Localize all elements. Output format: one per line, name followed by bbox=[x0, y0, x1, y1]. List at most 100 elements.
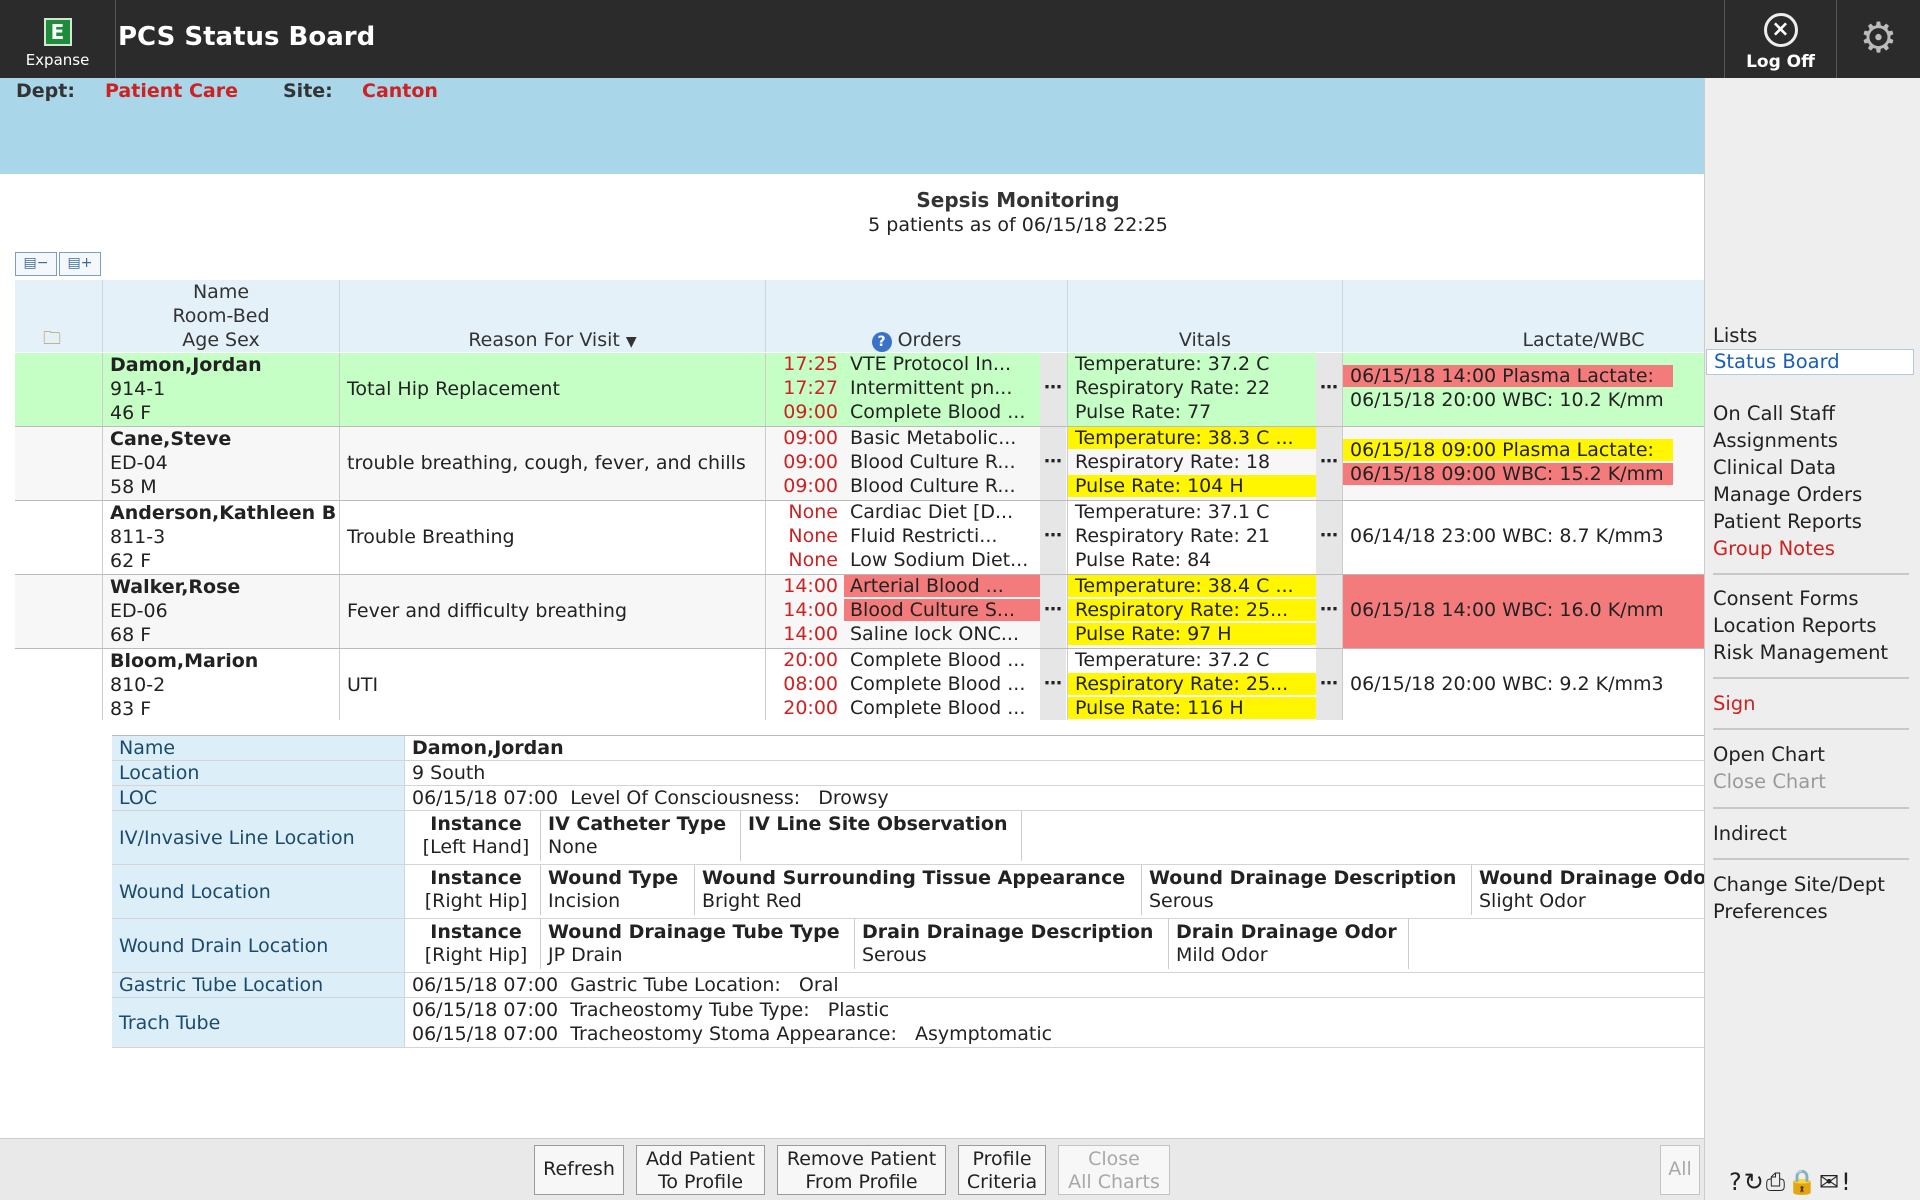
header-name: Name bbox=[192, 281, 250, 303]
menu-risk-management[interactable]: Risk Management bbox=[1713, 641, 1888, 664]
detail-name-value: Damon,Jordan bbox=[412, 737, 564, 759]
patient-row[interactable]: Bloom,Marion 810-2 83 F UTI 20:00 Complet… bbox=[15, 649, 1704, 720]
profile-criteria-button[interactable]: Profile Criteria bbox=[958, 1145, 1046, 1195]
more-icon[interactable]: ⋯ bbox=[1040, 427, 1066, 500]
board-subtitle: 5 patients as of 06/15/18 22:25 bbox=[868, 214, 1168, 236]
orders-cell[interactable]: 14:00 Arterial Blood ... 14:00 Blood Cultu… bbox=[766, 575, 1068, 648]
more-icon[interactable]: ⋯ bbox=[1316, 575, 1342, 648]
reason-header[interactable]: Reason For Visit ▼ bbox=[340, 280, 766, 352]
menu-open-chart[interactable]: Open Chart bbox=[1713, 743, 1825, 766]
order-time: 20:00 bbox=[783, 649, 838, 671]
orders-cell[interactable]: None Cardiac Diet [D... None Fluid Restric… bbox=[766, 501, 1068, 574]
patient-reason: trouble breathing, cough, fever, and chi… bbox=[340, 427, 766, 500]
more-icon[interactable]: ⋯ bbox=[1040, 353, 1066, 426]
site-value[interactable]: Canton bbox=[362, 80, 438, 102]
lactate-text: 06/14/18 23:00 WBC: 8.7 K/mm3 bbox=[1350, 525, 1664, 547]
menu-assignments[interactable]: Assignments bbox=[1713, 429, 1838, 452]
refresh-button[interactable]: Refresh bbox=[534, 1145, 624, 1195]
add-patient-button[interactable]: Add Patient To Profile bbox=[636, 1145, 765, 1195]
orders-header[interactable]: ? Orders bbox=[766, 280, 1068, 352]
more-icon[interactable]: ⋯ bbox=[1040, 501, 1066, 574]
vitals-cell[interactable]: Temperature: 38.4 C ... Respiratory Rate… bbox=[1068, 575, 1343, 648]
expand-all-icon[interactable]: ▤+ bbox=[59, 252, 101, 276]
lactate-cell[interactable]: 06/15/18 14:00 WBC: 16.0 K/mm bbox=[1343, 575, 1704, 648]
menu-status-board[interactable]: Status Board bbox=[1706, 349, 1914, 375]
vitals-cell[interactable]: Temperature: 38.3 C ... Respiratory Rate… bbox=[1068, 427, 1343, 500]
menu-change-site[interactable]: Change Site/Dept bbox=[1713, 873, 1885, 896]
menu-clinical-data[interactable]: Clinical Data bbox=[1713, 456, 1836, 479]
patient-name[interactable]: Bloom,Marion bbox=[110, 649, 339, 673]
detail-label: Trach Tube bbox=[112, 998, 405, 1047]
sub-value: Slight Odor bbox=[1479, 890, 1586, 912]
lactate-text: 06/15/18 20:00 WBC: 10.2 K/mm bbox=[1350, 389, 1664, 411]
patient-row[interactable]: Cane,Steve ED-04 58 M trouble breathing,… bbox=[15, 427, 1704, 501]
board-subtitle-wrap: 5 patients as of 06/15/18 22:25 bbox=[0, 214, 1920, 236]
order-text: Fluid Restricti... bbox=[850, 525, 998, 547]
patient-name[interactable]: Walker,Rose bbox=[110, 575, 339, 599]
menu-preferences[interactable]: Preferences bbox=[1713, 900, 1828, 923]
patient-agesex: 62 F bbox=[110, 550, 152, 572]
order-time: 17:25 bbox=[783, 353, 838, 375]
vitals-cell[interactable]: Temperature: 37.1 C Respiratory Rate: 21… bbox=[1068, 501, 1343, 574]
order-time: 08:00 bbox=[783, 673, 838, 695]
lactate-cell[interactable]: 06/15/18 14:00 Plasma Lactate: 06/15/18 … bbox=[1343, 353, 1704, 426]
orders-cell[interactable]: 20:00 Complete Blood ... 08:00 Complete Bl… bbox=[766, 649, 1068, 720]
menu-indirect[interactable]: Indirect bbox=[1713, 822, 1787, 845]
dept-value[interactable]: Patient Care bbox=[105, 80, 238, 102]
collapse-all-icon[interactable]: ▤− bbox=[15, 252, 57, 276]
menu-location-reports[interactable]: Location Reports bbox=[1713, 614, 1876, 637]
sub-header: Wound Drainage Odor bbox=[1479, 867, 1704, 889]
patient-reason: Total Hip Replacement bbox=[340, 353, 766, 426]
more-icon[interactable]: ⋯ bbox=[1316, 353, 1342, 426]
print-icon[interactable]: ⎙ bbox=[1766, 1168, 1787, 1196]
menu-group-notes[interactable]: Group Notes bbox=[1713, 537, 1835, 560]
vitals-cell[interactable]: Temperature: 37.2 C Respiratory Rate: 22… bbox=[1068, 353, 1343, 426]
patient-row[interactable]: Damon,Jordan 914-1 46 F Total Hip Replac… bbox=[15, 353, 1704, 427]
menu-consent-forms[interactable]: Consent Forms bbox=[1713, 587, 1859, 610]
vital-text: Temperature: 37.2 C bbox=[1075, 353, 1270, 375]
folder-header: 🗀 bbox=[15, 280, 103, 352]
lactate-cell[interactable]: 06/15/18 20:00 WBC: 9.2 K/mm3 bbox=[1343, 649, 1704, 720]
more-icon[interactable]: ⋯ bbox=[1040, 649, 1066, 720]
menu-on-call-staff[interactable]: On Call Staff bbox=[1713, 402, 1835, 425]
alert-icon[interactable]: ! bbox=[1841, 1168, 1853, 1196]
vital-text: Temperature: 38.4 C ... bbox=[1068, 575, 1316, 597]
sub-value: JP Drain bbox=[548, 944, 623, 966]
help-icon[interactable]: ? bbox=[1729, 1168, 1744, 1196]
orders-cell[interactable]: 09:00 Basic Metabolic... 09:00 Blood Cultu… bbox=[766, 427, 1068, 500]
help-icon[interactable]: ? bbox=[871, 332, 892, 352]
patient-name[interactable]: Damon,Jordan bbox=[110, 353, 339, 377]
folder-icon[interactable]: 🗀 bbox=[43, 326, 61, 356]
vitals-cell[interactable]: Temperature: 37.2 C Respiratory Rate: 25… bbox=[1068, 649, 1343, 720]
lactate-cell[interactable]: 06/15/18 09:00 Plasma Lactate: 06/15/18 … bbox=[1343, 427, 1704, 500]
detail-row-trach: Trach Tube 06/15/18 07:00 Tracheostomy T… bbox=[112, 998, 1704, 1048]
refresh-icon[interactable]: ↻ bbox=[1744, 1168, 1766, 1196]
expanse-logo[interactable]: E Expanse bbox=[0, 0, 116, 78]
sort-down-icon[interactable]: ▼ bbox=[626, 334, 637, 350]
menu-lists[interactable]: Lists bbox=[1713, 324, 1757, 347]
name-header[interactable]: Name Room-Bed Age Sex bbox=[103, 280, 340, 352]
patient-row[interactable]: Walker,Rose ED-06 68 F Fever and difficu… bbox=[15, 575, 1704, 649]
patient-row[interactable]: Anderson,Kathleen B 811-3 62 F Trouble B… bbox=[15, 501, 1704, 575]
gear-icon[interactable]: ⚙ bbox=[1836, 0, 1920, 78]
more-icon[interactable]: ⋯ bbox=[1316, 427, 1342, 500]
vitals-header[interactable]: Vitals bbox=[1068, 280, 1343, 352]
menu-sign[interactable]: Sign bbox=[1713, 692, 1756, 715]
more-icon[interactable]: ⋯ bbox=[1316, 649, 1342, 720]
sub-value: Incision bbox=[548, 890, 621, 912]
header-vitals: Vitals bbox=[1178, 329, 1232, 351]
mail-icon[interactable]: ✉ bbox=[1819, 1168, 1841, 1196]
lactate-cell[interactable]: 06/14/18 23:00 WBC: 8.7 K/mm3 bbox=[1343, 501, 1704, 574]
vital-text: Pulse Rate: 77 bbox=[1075, 401, 1212, 423]
more-icon[interactable]: ⋯ bbox=[1316, 501, 1342, 574]
menu-manage-orders[interactable]: Manage Orders bbox=[1713, 483, 1862, 506]
lactate-header[interactable]: Lactate/WBC bbox=[1343, 280, 1704, 352]
more-icon[interactable]: ⋯ bbox=[1040, 575, 1066, 648]
patient-name[interactable]: Anderson,Kathleen B bbox=[110, 501, 339, 525]
orders-cell[interactable]: 17:25 VTE Protocol In... 17:27 Intermitten… bbox=[766, 353, 1068, 426]
patient-name[interactable]: Cane,Steve bbox=[110, 427, 339, 451]
lock-icon[interactable]: 🔒 bbox=[1787, 1168, 1819, 1196]
menu-patient-reports[interactable]: Patient Reports bbox=[1713, 510, 1862, 533]
log-off-button[interactable]: × Log Off bbox=[1724, 0, 1836, 78]
remove-patient-button[interactable]: Remove Patient From Profile bbox=[777, 1145, 946, 1195]
